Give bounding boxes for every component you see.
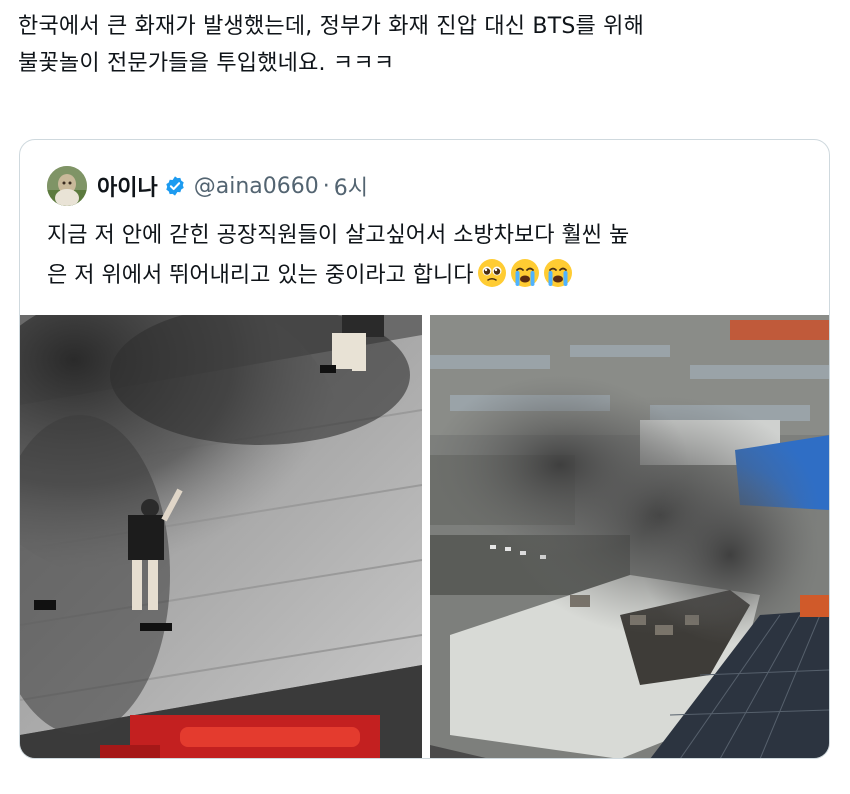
post-text-line-1: 한국에서 큰 화재가 발생했는데, 정부가 화재 진압 대신 BTS를 위해 <box>18 14 645 39</box>
photo-aerial-factory-fire[interactable] <box>430 315 829 758</box>
crying-face-icon <box>543 259 572 287</box>
header-separator: · <box>322 173 330 199</box>
quoted-display-name[interactable]: 아이나 <box>97 170 158 202</box>
post-text: 한국에서 큰 화재가 발생했는데, 정부가 화재 진압 대신 BTS를 위해 불… <box>18 8 833 82</box>
quoted-timestamp[interactable]: 6시 <box>334 170 368 202</box>
quoted-post-body: 지금 저 안에 갇힌 공장직원들이 살고싶어서 소방차보다 훨씬 높 은 저 위… <box>47 216 817 296</box>
crying-face-icon <box>510 259 539 287</box>
quoted-post-header: 아이나 @aina0660 · 6시 <box>47 166 368 206</box>
quoted-body-line-2: 은 저 위에서 뛰어내리고 있는 중이라고 합니다 <box>47 256 817 296</box>
pleading-face-icon <box>477 259 506 287</box>
verified-badge-icon <box>166 176 184 196</box>
quoted-post-card[interactable]: 아이나 @aina0660 · 6시 지금 저 안에 갇힌 공장직원들이 살고싶… <box>19 139 830 759</box>
avatar[interactable] <box>47 166 87 206</box>
quoted-body-line-1: 지금 저 안에 갇힌 공장직원들이 살고싶어서 소방차보다 훨씬 높 <box>47 223 630 248</box>
photo-workers-on-wall[interactable] <box>20 315 422 758</box>
avatar-image <box>47 166 87 206</box>
post-text-line-2: 불꽃놀이 전문가들을 투입했네요. ㅋㅋㅋ <box>18 51 395 76</box>
quoted-handle[interactable]: @aina0660 <box>194 174 319 199</box>
quoted-body-line-2-text: 은 저 위에서 뛰어내리고 있는 중이라고 합니다 <box>47 263 474 288</box>
